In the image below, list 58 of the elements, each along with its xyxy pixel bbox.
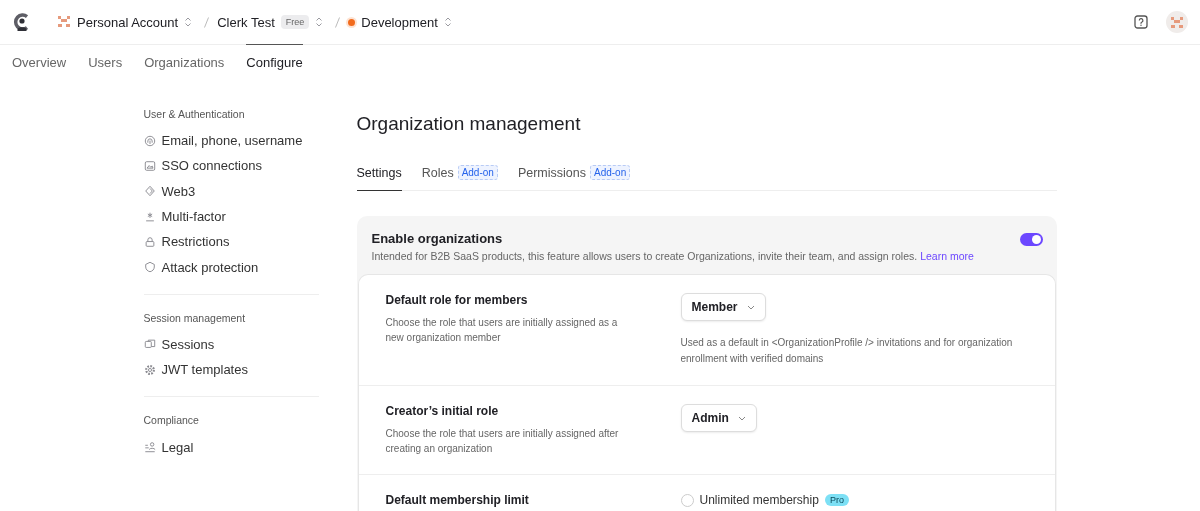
sidebar-link[interactable]: Web3 [161, 183, 196, 199]
sidebar-link[interactable]: Attack protection [161, 259, 259, 275]
pro-badge: Pro [824, 494, 849, 506]
chevron-down-icon [737, 415, 746, 421]
chevron-down-icon [746, 304, 755, 310]
sessions-icon [143, 338, 156, 351]
nav-tab[interactable]: Overview [12, 44, 67, 80]
settings-tab[interactable]: Roles Add-on [421, 165, 498, 191]
sidebar-link[interactable]: Sessions [161, 336, 215, 352]
help-text: Used as a default in <OrganizationProfile /> invitations and for organization enrollment with verified domains [680, 336, 1014, 366]
radio-label[interactable]: Unlimited membership [699, 493, 819, 507]
breadcrumb-separator [335, 16, 341, 28]
breadcrumb-separator [204, 16, 210, 28]
settings-tab[interactable]: Settings [356, 165, 402, 191]
role-select[interactable]: Member [680, 293, 766, 321]
sidebar-section-title: User & Authentication [143, 108, 246, 120]
plan-badge: Free [280, 15, 310, 29]
user-avatar[interactable] [1166, 11, 1188, 33]
breadcrumb-link[interactable]: Clerk Test [217, 14, 275, 30]
page-title: Organization management [356, 113, 582, 135]
avatar-icon [57, 15, 71, 29]
settings-tab[interactable]: Permissions Add-on [517, 165, 631, 191]
section-description: Intended for B2B SaaS products, this feature allows users to create Organizations, invite their team, and assign roles. Learn more [371, 250, 974, 262]
shield-icon [143, 261, 156, 274]
chevron-updown-icon[interactable] [443, 17, 452, 27]
web3-icon [143, 185, 156, 198]
logo-icon[interactable] [13, 12, 31, 32]
sidebar-link[interactable]: Restrictions [161, 234, 230, 250]
sidebar-link[interactable]: Email, phone, username [161, 133, 303, 149]
setting-title: Creator’s initial role [385, 404, 500, 418]
nav-tab[interactable]: Configure [246, 44, 303, 80]
setting-description: Choose the role that users are initially assigned after creating an organization [385, 427, 620, 456]
nav-tab[interactable]: Organizations [144, 44, 225, 80]
legal-icon [143, 441, 156, 453]
sidebar-link[interactable]: SSO connections [161, 158, 262, 174]
toggle-switch[interactable] [1019, 233, 1043, 246]
help-icon[interactable] [1134, 15, 1148, 29]
setting-title: Default role for members [385, 293, 529, 307]
sidebar-link[interactable]: Multi-factor [161, 209, 226, 225]
gear-icon [143, 363, 156, 376]
section-title: Enable organizations [371, 231, 504, 246]
chevron-updown-icon[interactable] [184, 17, 193, 27]
asterisk-icon [143, 210, 156, 223]
sidebar-section-title: Compliance [143, 414, 200, 427]
breadcrumb-link[interactable]: Development [361, 14, 438, 30]
learn-more-link[interactable]: Learn more [920, 250, 974, 262]
setting-title: Default membership limit [385, 493, 530, 507]
sidebar-section-title: Session management [143, 311, 247, 324]
breadcrumb-link[interactable]: Personal Account [77, 14, 179, 30]
nav-tab[interactable]: Users [88, 44, 123, 80]
fingerprint-icon [143, 134, 156, 147]
role-select[interactable]: Admin [680, 404, 757, 432]
chevron-updown-icon[interactable] [315, 17, 324, 27]
setting-description: Choose the role that users are initially assigned as a new organization member [385, 316, 619, 345]
sso-icon [143, 159, 156, 172]
sidebar-link[interactable]: Legal [161, 439, 194, 455]
sidebar-link[interactable]: JWT templates [161, 362, 248, 378]
lock-icon [143, 235, 156, 248]
